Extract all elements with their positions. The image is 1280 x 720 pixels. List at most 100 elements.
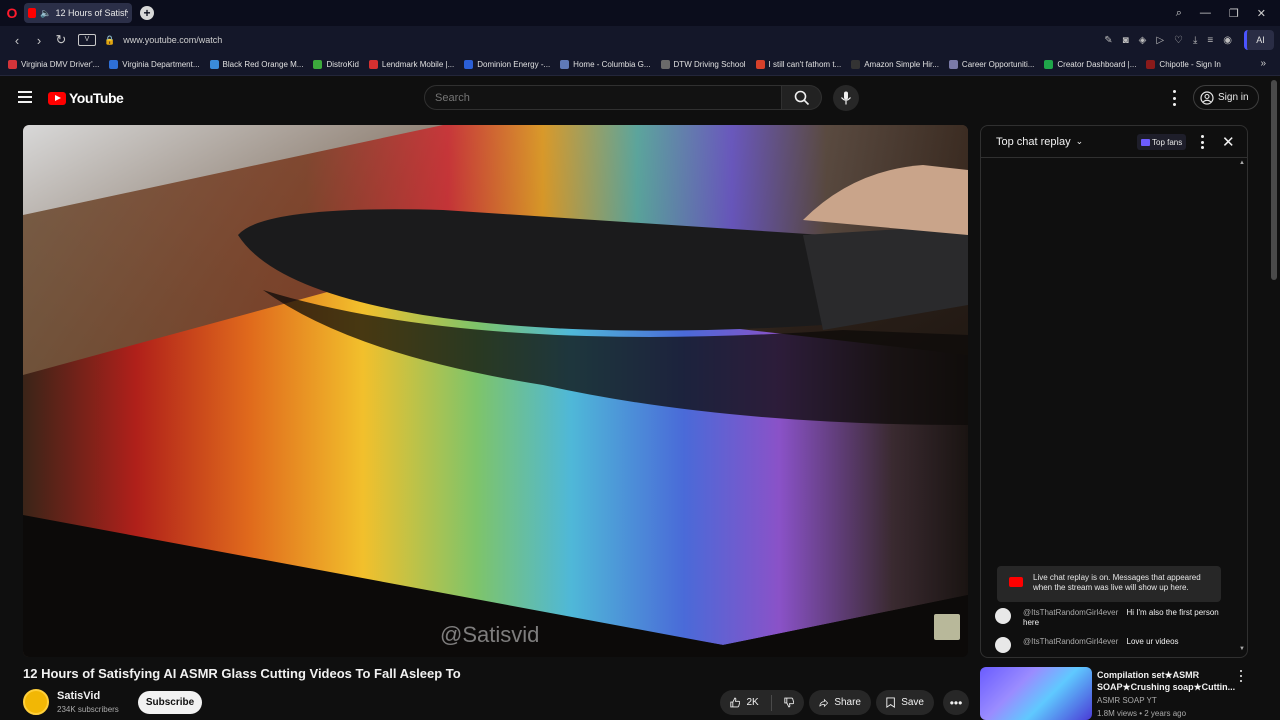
chat-text: Love ur videos [1126, 637, 1179, 646]
chat-avatar[interactable] [995, 637, 1011, 653]
minimize-button[interactable]: — [1200, 7, 1211, 19]
settings-kebab-icon[interactable] [1168, 90, 1180, 106]
bookmark-item[interactable]: DistroKid [313, 60, 359, 69]
chat-mode-selector[interactable]: Top chat replay [996, 136, 1071, 148]
top-fans-button[interactable]: Top fans [1137, 134, 1187, 150]
forward-button[interactable]: › [28, 33, 50, 48]
browser-tab[interactable]: 🔈 12 Hours of Satisfying [24, 3, 132, 23]
browser-tabbar: O 🔈 12 Hours of Satisfying + ⌕ — ❐ ✕ [0, 0, 1280, 26]
video-watermark: @Satisvid [440, 622, 540, 647]
chat-author[interactable]: @ItsThatRandomGirl4ever [1023, 608, 1118, 617]
recommended-options-icon[interactable] [1239, 670, 1243, 682]
bookmark-item[interactable]: Home - Columbia G... [560, 60, 651, 69]
shield-icon[interactable]: ◈ [1139, 35, 1147, 46]
chevron-down-icon[interactable]: ⌄ [1076, 136, 1084, 147]
more-actions-button[interactable]: ••• [943, 690, 969, 715]
bookmarks-overflow-icon[interactable]: » [1260, 58, 1266, 69]
chat-avatar[interactable] [995, 608, 1011, 624]
bookmark-label: Dominion Energy -... [477, 60, 551, 69]
bookmark-item[interactable]: Chipotle - Sign In [1146, 60, 1221, 69]
video-frame [23, 125, 968, 657]
vpn-badge[interactable]: V [78, 34, 96, 46]
channel-watermark-icon[interactable] [934, 614, 960, 640]
bookmark-item[interactable]: Lendmark Mobile |... [368, 60, 454, 69]
bookmark-label: Black Red Orange M... [222, 60, 304, 69]
download-icon[interactable]: ⤓ [1193, 35, 1197, 46]
like-icon[interactable] [730, 696, 741, 709]
recommended-video[interactable]: Compilation set★ASMR SOAP★Crushing soap★… [980, 667, 1248, 720]
menu-icon[interactable]: ≡ [1207, 35, 1213, 46]
browser-search-icon[interactable]: ⌕ [1176, 7, 1182, 20]
camera-icon[interactable]: ◙ [1123, 35, 1129, 46]
bookmark-item[interactable]: DTW Driving School [660, 60, 746, 69]
chat-scroll-up-icon[interactable]: ▲ [1239, 160, 1245, 166]
search-button[interactable] [782, 85, 822, 110]
lock-icon[interactable]: 🔒 [104, 35, 115, 46]
profile-icon[interactable]: ◉ [1223, 35, 1232, 46]
top-fans-label: Top fans [1152, 137, 1183, 147]
new-tab-button[interactable]: + [140, 6, 154, 20]
bookmark-label: Virginia DMV Driver'... [21, 60, 100, 69]
bookmark-label: I still can't fathom t... [768, 60, 842, 69]
hamburger-menu-icon[interactable] [18, 91, 32, 103]
search-box[interactable] [424, 85, 782, 110]
youtube-wordmark: YouTube [69, 90, 124, 106]
voice-search-button[interactable] [833, 85, 859, 111]
channel-name[interactable]: SatisVid [57, 690, 100, 702]
bookmark-favicon-icon [464, 60, 474, 69]
reload-button[interactable]: ↻ [50, 32, 72, 48]
window-controls: ⌕ — ❐ ✕ [1176, 0, 1280, 26]
bookmark-item[interactable]: I still can't fathom t... [755, 60, 842, 69]
edit-icon[interactable]: ✎ [1104, 35, 1112, 46]
chat-header: Top chat replay ⌄ Top fans ✕ [981, 126, 1247, 158]
address-bar: ‹ › ↻ V 🔒 www.youtube.com/watch ✎ ◙ ◈ ▷ … [0, 26, 1280, 54]
sign-in-button[interactable]: Sign in [1193, 85, 1259, 110]
bookmark-item[interactable]: Career Opportuniti... [948, 60, 1034, 69]
url-field[interactable]: www.youtube.com/watch [123, 35, 222, 45]
like-divider [770, 694, 772, 711]
like-count[interactable]: 2K [746, 697, 758, 708]
youtube-logo[interactable]: YouTube [48, 90, 124, 106]
search-input[interactable] [435, 91, 781, 104]
share-button[interactable]: Share [809, 690, 871, 715]
bookmark-item[interactable]: Virginia Department... [109, 60, 200, 69]
ai-button[interactable]: AI [1244, 30, 1274, 50]
bookmark-favicon-icon [8, 60, 17, 69]
speaker-icon[interactable]: 🔈 [40, 8, 51, 19]
bookmark-item[interactable]: Virginia DMV Driver'... [8, 60, 99, 69]
video-player[interactable] [23, 125, 968, 657]
bookmark-favicon-icon [851, 60, 861, 69]
bookmark-favicon-icon [109, 60, 119, 69]
chat-scroll-down-icon[interactable]: ▼ [1239, 646, 1245, 652]
page-scrollbar[interactable] [1271, 80, 1277, 280]
account-icon [1200, 90, 1214, 105]
chat-options-icon[interactable] [1200, 135, 1204, 149]
youtube-small-icon [1009, 577, 1023, 587]
channel-avatar[interactable] [23, 689, 49, 715]
bookmark-favicon-icon [1146, 60, 1156, 69]
recommended-meta: 1.8M views • 2 years ago [1097, 709, 1187, 718]
recommended-thumbnail[interactable] [980, 667, 1092, 720]
bookmark-item[interactable]: Amazon Simple Hir... [851, 60, 939, 69]
bookmark-item[interactable]: Creator Dashboard |... [1044, 60, 1136, 69]
top-fans-icon [1141, 138, 1150, 146]
bookmark-item[interactable]: Dominion Energy -... [464, 60, 550, 69]
heart-icon[interactable]: ♡ [1174, 35, 1183, 46]
recommended-channel[interactable]: ASMR SOAP YT [1097, 696, 1157, 705]
restore-button[interactable]: ❐ [1229, 7, 1239, 20]
close-chat-icon[interactable]: ✕ [1222, 133, 1235, 151]
chat-author[interactable]: @ItsThatRandomGirl4ever [1023, 637, 1118, 646]
back-button[interactable]: ‹ [6, 33, 28, 48]
close-window-button[interactable]: ✕ [1257, 7, 1266, 20]
save-label: Save [901, 697, 924, 708]
play-icon[interactable]: ▷ [1156, 35, 1164, 46]
subscribe-button[interactable]: Subscribe [138, 691, 202, 714]
recommended-title[interactable]: Compilation set★ASMR SOAP★Crushing soap★… [1097, 669, 1237, 693]
chat-notice-text: Live chat replay is on. Messages that ap… [1033, 573, 1201, 592]
bookmark-label: Amazon Simple Hir... [864, 60, 939, 69]
opera-logo-icon[interactable]: O [0, 0, 24, 26]
dislike-icon[interactable] [783, 696, 794, 709]
save-button[interactable]: Save [876, 690, 934, 715]
tab-title: 12 Hours of Satisfying [55, 8, 128, 18]
bookmark-item[interactable]: Black Red Orange M... [209, 60, 304, 69]
